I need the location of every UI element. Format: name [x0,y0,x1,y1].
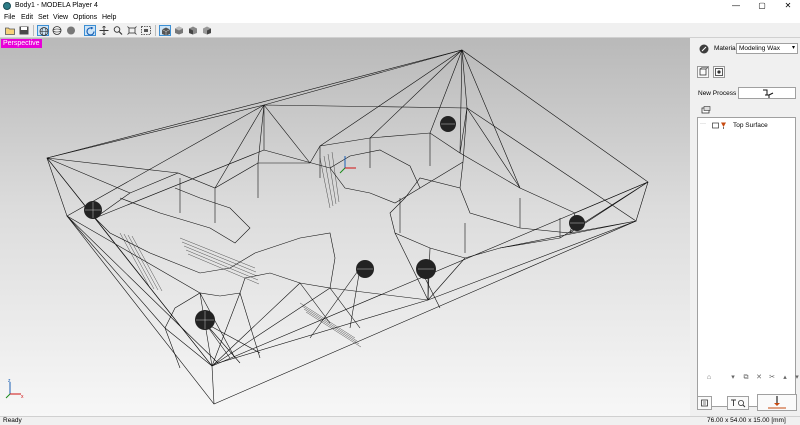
cube-view-4-icon[interactable] [201,25,213,36]
tree-item-label: Top Surface [733,122,768,129]
svg-text:x: x [21,394,24,400]
material-label: Material [714,45,738,52]
material-icon [699,44,709,54]
chevron-down-icon: ▾ [791,45,795,51]
fit-selection-icon[interactable] [140,25,152,36]
open-file-icon[interactable] [4,25,16,36]
minimize-button[interactable]: — [724,0,748,12]
output-list-icon [701,399,708,407]
tool-settings-icon[interactable]: ▾ [726,372,740,383]
cut-tool-icon [768,396,786,409]
toolbar-separator [33,25,34,36]
menu-bar: File Edit Set View Options Help [0,12,800,23]
new-process-button[interactable] [738,87,796,99]
app-icon [3,2,11,10]
copy-icon[interactable]: ⧉ [739,372,753,383]
delete-icon[interactable]: ✕ [752,372,766,383]
shade-sphere-icon[interactable] [65,25,77,36]
cube-view-2-icon[interactable] [173,25,185,36]
status-bar: Ready 76.00 x 54.00 x 15.00 [mm] [0,416,800,424]
menu-file[interactable]: File [4,13,15,22]
output-list-button[interactable] [697,396,712,410]
zoom-icon[interactable] [112,25,124,36]
model-settings-button[interactable] [697,66,709,78]
preview-magnify-icon [731,399,746,408]
machine-settings-button[interactable] [713,66,725,78]
toolbar-separator [155,25,156,36]
view-grid-icon[interactable] [37,25,49,36]
tree-item[interactable]: ··· Top Surface [700,121,792,130]
cube-view-1-icon[interactable] [159,25,171,36]
process-panel: Material Modeling Wax ▾ New Process ··· … [693,38,800,416]
rotate-icon[interactable] [84,25,96,36]
window-title: Body1 - MODELA Player 4 [15,2,98,9]
toolbar [0,23,800,38]
maximize-button[interactable]: ▢ [750,0,774,12]
wireframe-model [46,49,649,405]
fit-all-icon[interactable] [126,25,138,36]
svg-text:z: z [8,378,11,384]
process-tree[interactable]: ··· Top Surface [697,117,796,407]
move-down-icon[interactable]: ▾ [790,372,800,383]
process-type-icon [712,122,726,129]
3d-viewport[interactable]: Perspective z x [0,38,690,416]
tree-line: ··· [700,121,706,127]
edit-process-icon[interactable]: ⌂ [702,372,716,383]
new-process-icon [763,89,774,98]
menu-view[interactable]: View [53,13,68,22]
title-bar: Body1 - MODELA Player 4 — ▢ ✕ [0,0,800,12]
cube-view-3-icon[interactable] [187,25,199,36]
process-list-icon [701,106,711,114]
new-process-label: New Process [698,90,737,97]
close-button[interactable]: ✕ [776,0,800,12]
material-value: Modeling Wax [739,45,780,52]
cut-button[interactable] [757,394,797,411]
view-sphere-icon[interactable] [51,25,63,36]
material-select[interactable]: Modeling Wax ▾ [736,43,798,54]
save-icon[interactable] [18,25,30,36]
projection-label: Perspective [1,39,42,48]
menu-options[interactable]: Options [73,13,97,22]
axis-triad-icon: z x [5,378,24,400]
menu-edit[interactable]: Edit [21,13,33,22]
menu-set[interactable]: Set [38,13,49,22]
menu-help[interactable]: Help [102,13,116,22]
cut-icon[interactable]: ✂ [765,372,779,383]
preview-cutting-button[interactable] [727,396,749,410]
pan-icon[interactable] [98,25,110,36]
